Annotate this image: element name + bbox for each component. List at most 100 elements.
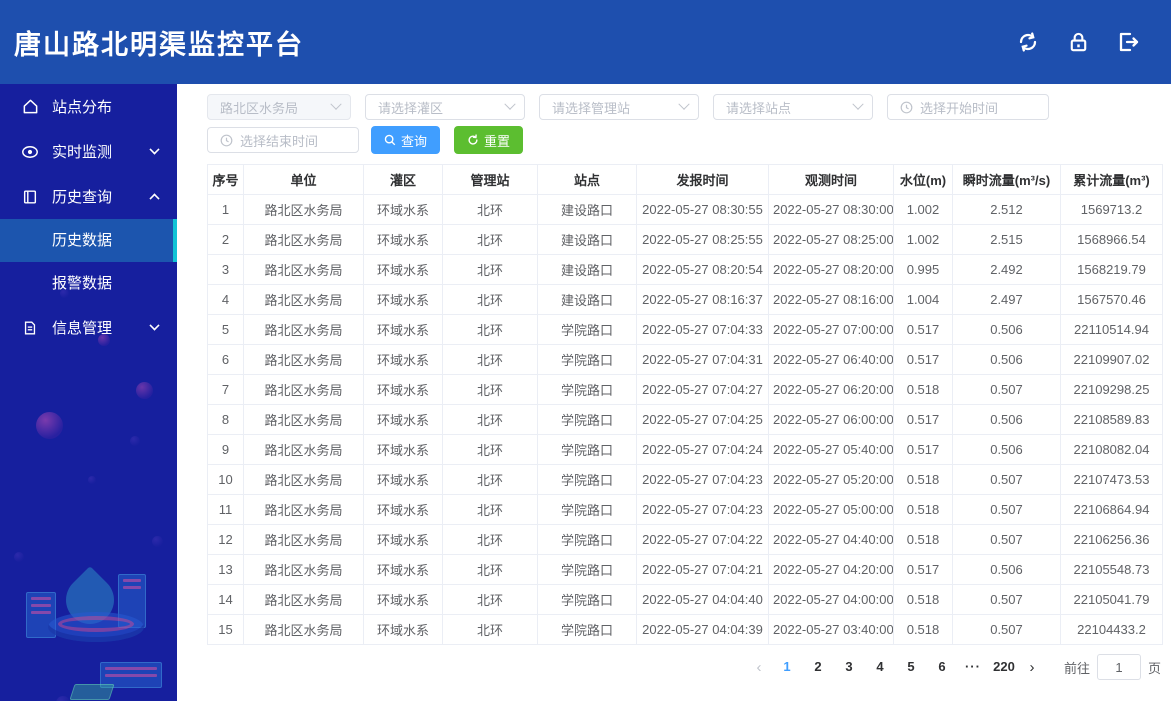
page-number-6[interactable]: 6	[930, 654, 954, 680]
clock-icon	[900, 101, 913, 114]
table-cell: 学院路口	[537, 314, 637, 345]
table-cell: 1.004	[893, 284, 953, 315]
table-row: 15 路北区水务局 环域水系 北环 学院路口 2022-05-27 04:04:39 202…	[207, 614, 1163, 645]
refresh-icon[interactable]	[1015, 29, 1041, 55]
sidebar-item-3[interactable]: 历史查询	[0, 174, 177, 219]
table-cell: 北环	[442, 404, 538, 435]
chevron-up-icon	[149, 193, 160, 204]
table-row: 12 路北区水务局 环域水系 北环 学院路口 2022-05-27 07:04:22 202…	[207, 524, 1163, 555]
page-ellipsis[interactable]: ···	[961, 654, 985, 680]
history-data-table-wrap: 序号 单位 灌区 管理站 站点 发报时间 观测时间 水位(m) 瞬时流量(m³/s) 累计流量(m…	[207, 164, 1163, 645]
column-header: 单位	[243, 164, 364, 195]
table-cell: 12	[207, 524, 244, 555]
query-button[interactable]: 查询	[371, 126, 441, 154]
page-number-1[interactable]: 1	[775, 654, 799, 680]
table-cell: 22105548.73	[1060, 554, 1163, 585]
table-row: 5 路北区水务局 环域水系 北环 学院路口 2022-05-27 07:04:33 2022…	[207, 314, 1163, 345]
logout-icon[interactable]	[1115, 29, 1141, 55]
start-time-input[interactable]: 选择开始时间	[887, 94, 1049, 120]
table-cell: 1	[207, 194, 244, 225]
table-cell: 0.506	[952, 404, 1061, 435]
sidebar-item-label: 站点分布	[52, 99, 113, 116]
irrigation-area-select[interactable]: 请选择灌区	[365, 94, 525, 120]
table-cell: 0.517	[893, 404, 953, 435]
reset-icon	[468, 134, 478, 145]
table-cell: 路北区水务局	[243, 254, 364, 285]
table-cell: 环域水系	[363, 194, 443, 225]
next-page-arrow[interactable]: ›	[1020, 659, 1044, 676]
column-header: 观测时间	[768, 164, 894, 195]
column-header: 水位(m)	[893, 164, 953, 195]
table-cell: 2.492	[952, 254, 1061, 285]
sidebar-item-1[interactable]: 站点分布	[0, 84, 177, 129]
table-cell: 北环	[442, 344, 538, 375]
table-cell: 路北区水务局	[243, 554, 364, 585]
table-cell: 路北区水务局	[243, 494, 364, 525]
table-row: 3 路北区水务局 环域水系 北环 建设路口 2022-05-27 08:20:54 2022…	[207, 254, 1163, 285]
page-number-3[interactable]: 3	[837, 654, 861, 680]
table-cell: 学院路口	[537, 344, 637, 375]
goto-label: 前往	[1063, 660, 1090, 676]
unit-select[interactable]: 路北区水务局	[207, 94, 351, 120]
page-number-220[interactable]: 220	[992, 654, 1016, 680]
page-number-2[interactable]: 2	[806, 654, 830, 680]
chevron-down-icon	[504, 98, 516, 110]
page-number-4[interactable]: 4	[868, 654, 892, 680]
filter-row-2: 选择结束时间 查询 重置	[207, 126, 1163, 154]
table-cell: 10	[207, 464, 244, 495]
site-select[interactable]: 请选择站点	[713, 94, 873, 120]
table-cell: 学院路口	[537, 584, 637, 615]
header-actions	[1015, 29, 1141, 55]
table-cell: 2022-05-27 07:04:27	[636, 374, 769, 405]
table-cell: 2022-05-27 05:00:00	[768, 494, 894, 525]
table-cell: 2022-05-27 07:04:23	[636, 464, 769, 495]
prev-page-arrow[interactable]: ‹	[747, 659, 771, 676]
reset-button-label: 重置	[484, 133, 511, 149]
column-header: 站点	[537, 164, 637, 195]
sidebar-item-2[interactable]: 实时监测	[0, 129, 177, 174]
table-cell: 2022-05-27 05:40:00	[768, 434, 894, 465]
table-cell: 22108082.04	[1060, 434, 1163, 465]
table-cell: 22109907.02	[1060, 344, 1163, 375]
sidebar-item-4[interactable]: 信息管理	[0, 305, 177, 350]
table-cell: 北环	[442, 314, 538, 345]
goto-page-input[interactable]	[1096, 654, 1141, 680]
clock-icon	[220, 134, 233, 147]
table-cell: 学院路口	[537, 374, 637, 405]
table-cell: 0.517	[893, 344, 953, 375]
table-cell: 路北区水务局	[243, 374, 364, 405]
sidebar-subitem[interactable]: 报警数据	[0, 262, 177, 305]
management-station-select[interactable]: 请选择管理站	[539, 94, 699, 120]
table-cell: 0.507	[952, 614, 1061, 645]
page-number-5[interactable]: 5	[899, 654, 923, 680]
end-time-input[interactable]: 选择结束时间	[207, 127, 359, 153]
table-cell: 0.506	[952, 344, 1061, 375]
table-cell: 9	[207, 434, 244, 465]
table-cell: 0.517	[893, 434, 953, 465]
table-cell: 8	[207, 404, 244, 435]
main-content: 路北区水务局 请选择灌区 请选择管理站 请选择站点 选择开始时间 选择结束时间 查询	[177, 84, 1171, 701]
table-cell: 2022-05-27 08:30:55	[636, 194, 769, 225]
table-cell: 路北区水务局	[243, 194, 364, 225]
table-cell: 北环	[442, 374, 538, 405]
app-window: 唐山路北明渠监控平台 站点分布 实时监测 历史查询 历史数据 报警数据 信息管理…	[0, 0, 1171, 701]
table-cell: 2022-05-27 08:20:00	[768, 254, 894, 285]
table-cell: 环域水系	[363, 314, 443, 345]
table-cell: 0.517	[893, 554, 953, 585]
chevron-down-icon	[149, 320, 160, 331]
table-cell: 0.517	[893, 314, 953, 345]
table-cell: 2022-05-27 07:04:25	[636, 404, 769, 435]
table-cell: 环域水系	[363, 554, 443, 585]
table-cell: 0.518	[893, 584, 953, 615]
reset-button[interactable]: 重置	[454, 126, 524, 154]
start-time-input-text: 选择开始时间	[920, 100, 999, 116]
sidebar-subitem[interactable]: 历史数据	[0, 219, 177, 262]
table-cell: 环域水系	[363, 374, 443, 405]
goto-page: 前往 页	[1064, 654, 1161, 680]
lock-icon[interactable]	[1065, 29, 1091, 55]
eye-icon	[21, 143, 39, 161]
table-cell: 0.518	[893, 494, 953, 525]
table-cell: 2022-05-27 07:04:33	[636, 314, 769, 345]
chevron-down-icon	[149, 144, 160, 155]
table-cell: 22106864.94	[1060, 494, 1163, 525]
